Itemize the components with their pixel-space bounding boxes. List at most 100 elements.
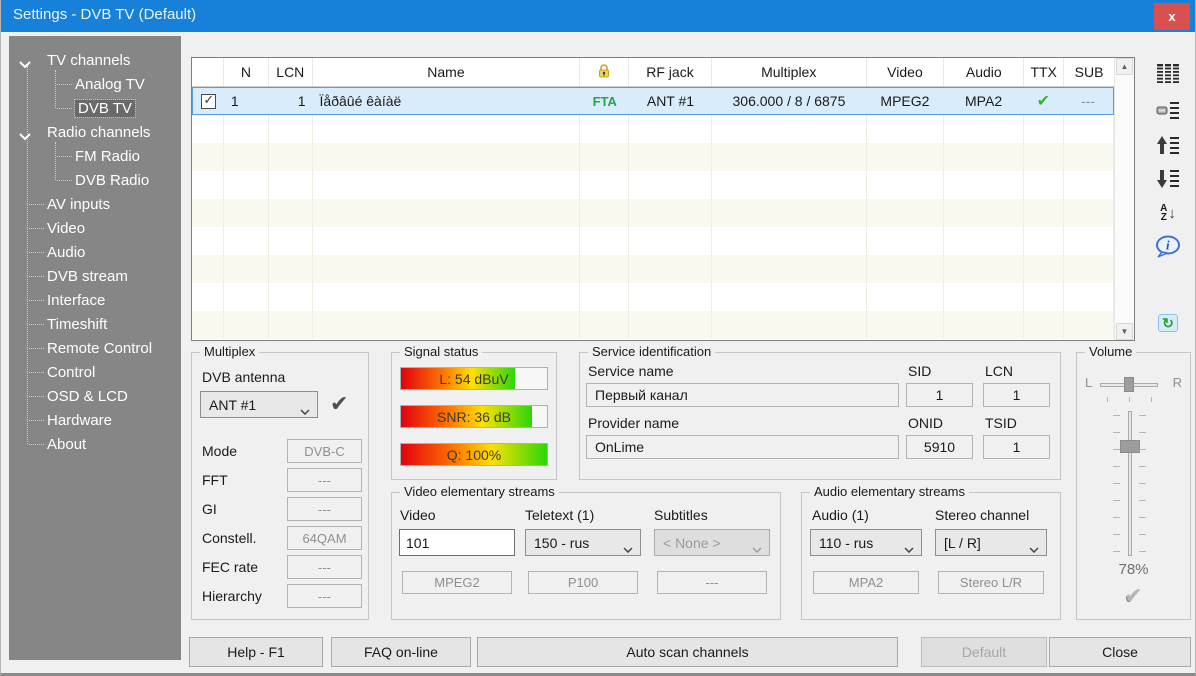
- table-scrollbar[interactable]: ▲ ▼: [1114, 58, 1134, 340]
- header-n[interactable]: N: [224, 58, 269, 86]
- constell-label: Constell.: [202, 530, 256, 546]
- move-channel-down-icon[interactable]: [1151, 164, 1185, 194]
- sidebar-item-hardware[interactable]: Hardware: [9, 408, 181, 432]
- table-row-empty: [192, 311, 1114, 339]
- header-audio[interactable]: Audio: [944, 58, 1024, 86]
- chevron-down-icon[interactable]: [19, 128, 31, 145]
- multiplex-group: Multiplex DVB antenna ANT #1 ✔ Mode DVB-…: [191, 352, 369, 620]
- stereo-mode-value: Stereo L/R: [938, 571, 1044, 594]
- volume-percent: 78%: [1077, 561, 1190, 578]
- header-access[interactable]: [580, 58, 629, 86]
- balance-tick: [1129, 397, 1130, 402]
- sidebar-item-osd-lcd[interactable]: OSD & LCD: [9, 384, 181, 408]
- sidebar-item-video[interactable]: Video: [9, 216, 181, 240]
- cell-rf-jack: ANT #1: [629, 88, 712, 114]
- service-name-label: Service name: [588, 363, 674, 379]
- gi-label: GI: [202, 501, 217, 517]
- dvb-antenna-select[interactable]: ANT #1: [200, 391, 318, 418]
- rename-channel-icon[interactable]: [1151, 96, 1185, 126]
- dvb-antenna-label: DVB antenna: [202, 369, 285, 385]
- service-identification-group: Service identification Service name SID …: [579, 352, 1061, 480]
- balance-slider-thumb[interactable]: [1124, 377, 1134, 392]
- header-lcn[interactable]: LCN: [269, 58, 313, 86]
- default-button: Default: [921, 637, 1047, 667]
- table-row-empty: [192, 143, 1114, 171]
- sidebar-item-fm-radio[interactable]: FM Radio: [9, 144, 181, 168]
- cell-access: FTA: [580, 88, 629, 114]
- service-name-value: Первый канал: [586, 383, 899, 407]
- mode-value: DVB-C: [287, 439, 362, 463]
- sid-value: 1: [906, 383, 973, 407]
- table-row-empty: [192, 255, 1114, 283]
- audio-streams-group: Audio elementary streams Audio (1) Stere…: [801, 492, 1061, 620]
- channel-list-icon[interactable]: [1151, 58, 1185, 88]
- table-empty-rows: [192, 115, 1114, 339]
- sidebar-item-remote-control[interactable]: Remote Control: [9, 336, 181, 360]
- teletext-select[interactable]: 150 - rus: [525, 529, 641, 556]
- header-video[interactable]: Video: [867, 58, 945, 86]
- audio-codec-value: MPA2: [813, 571, 919, 594]
- title-bar[interactable]: Settings - DVB TV (Default) x: [1, 0, 1195, 32]
- cell-sub: ---: [1063, 88, 1113, 114]
- header-name[interactable]: Name: [313, 58, 580, 86]
- refresh-channels-icon[interactable]: ↻: [1151, 308, 1185, 338]
- move-channel-up-icon[interactable]: [1151, 130, 1185, 160]
- tsid-value: 1: [983, 435, 1050, 459]
- hierarchy-value: ---: [287, 584, 362, 608]
- help-button[interactable]: Help - F1: [189, 637, 323, 667]
- chevron-down-icon: [623, 540, 633, 556]
- audio-select[interactable]: 110 - rus: [810, 529, 922, 556]
- hierarchy-label: Hierarchy: [202, 588, 262, 604]
- sidebar-item-interface[interactable]: Interface: [9, 288, 181, 312]
- settings-tree: TV channels Analog TV DVB TV Radio chann…: [9, 36, 181, 660]
- video-codec-value: MPEG2: [402, 571, 512, 594]
- chevron-down-icon: [752, 540, 762, 556]
- sidebar-item-about[interactable]: About: [9, 432, 181, 456]
- provider-name-value: OnLime: [586, 435, 899, 459]
- scroll-down-icon[interactable]: ▼: [1116, 323, 1133, 340]
- header-multiplex[interactable]: Multiplex: [712, 58, 867, 86]
- volume-slider[interactable]: [1128, 411, 1132, 556]
- close-icon[interactable]: x: [1154, 3, 1190, 30]
- sort-az-icon[interactable]: AZ ↓: [1151, 198, 1185, 228]
- provider-name-label: Provider name: [588, 415, 679, 431]
- sidebar-item-audio[interactable]: Audio: [9, 240, 181, 264]
- channel-enabled-checkbox[interactable]: ✓: [201, 94, 216, 109]
- lock-icon: [596, 63, 612, 82]
- sidebar-item-radio-channels[interactable]: Radio channels: [9, 120, 181, 144]
- sidebar-item-av-inputs[interactable]: AV inputs: [9, 192, 181, 216]
- channel-info-icon[interactable]: i: [1151, 232, 1185, 262]
- checkmark-icon: ✓: [203, 92, 214, 108]
- scroll-up-icon[interactable]: ▲: [1116, 58, 1133, 75]
- header-ttx[interactable]: TTX: [1024, 58, 1064, 86]
- sidebar-item-tv-channels[interactable]: TV channels: [9, 48, 181, 72]
- sidebar-item-analog-tv[interactable]: Analog TV: [9, 72, 181, 96]
- teletext-page-value: P100: [528, 571, 638, 594]
- header-sub[interactable]: SUB: [1064, 58, 1114, 86]
- chevron-down-icon[interactable]: [19, 56, 31, 73]
- cell-ttx: ✔: [1023, 88, 1063, 114]
- video-pid-input[interactable]: [399, 529, 515, 556]
- gi-value: ---: [287, 497, 362, 521]
- onid-label: ONID: [908, 415, 943, 431]
- faq-button[interactable]: FAQ on-line: [331, 637, 471, 667]
- table-row[interactable]: ✓ 1 1 Ïåðâûé êàíàë FTA ANT #1 306.000 / …: [192, 87, 1114, 115]
- sidebar-item-dvb-radio[interactable]: DVB Radio: [9, 168, 181, 192]
- sidebar-item-control[interactable]: Control: [9, 360, 181, 384]
- sidebar-item-dvb-tv[interactable]: DVB TV: [9, 96, 181, 120]
- sidebar-item-timeshift[interactable]: Timeshift: [9, 312, 181, 336]
- volume-slider-thumb[interactable]: [1120, 440, 1140, 453]
- fft-value: ---: [287, 468, 362, 492]
- stereo-channel-select[interactable]: [L / R]: [935, 529, 1047, 556]
- fta-badge: FTA: [593, 94, 617, 109]
- table-row-empty: [192, 283, 1114, 311]
- close-button[interactable]: Close: [1049, 637, 1191, 667]
- balance-tick: [1151, 397, 1152, 402]
- header-rf-jack[interactable]: RF jack: [629, 58, 712, 86]
- balance-right-label: R: [1173, 375, 1182, 390]
- cell-multiplex: 306.000 / 8 / 6875: [712, 88, 866, 114]
- auto-scan-button[interactable]: Auto scan channels: [477, 637, 898, 667]
- dialog-content: TV channels Analog TV DVB TV Radio chann…: [1, 32, 1196, 676]
- sidebar-item-dvb-stream[interactable]: DVB stream: [9, 264, 181, 288]
- table-row-empty: [192, 227, 1114, 255]
